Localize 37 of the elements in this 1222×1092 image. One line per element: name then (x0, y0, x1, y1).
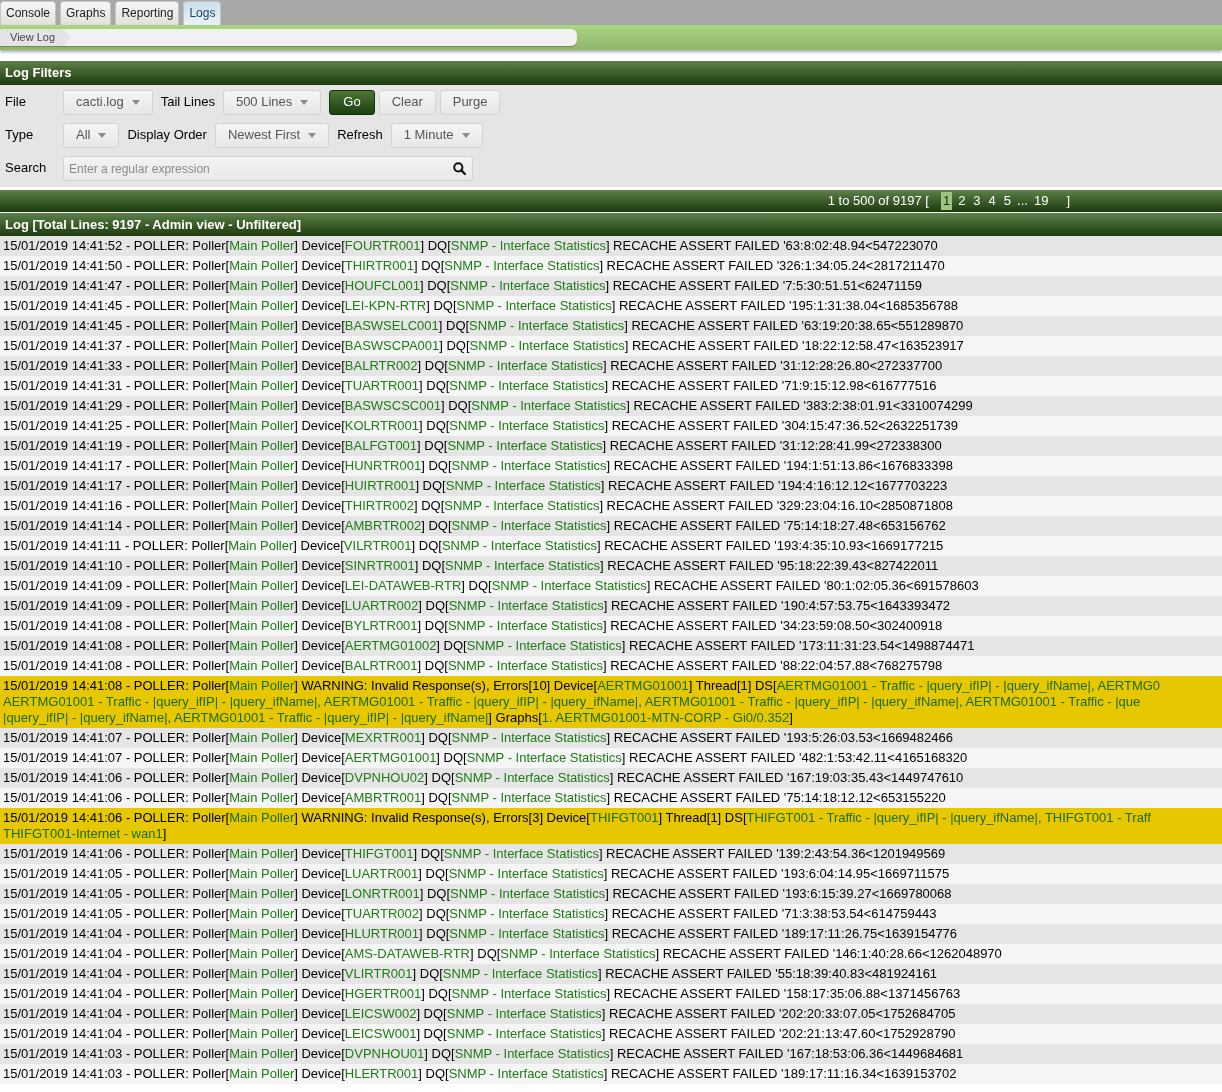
dropdown[interactable]: All (63, 123, 120, 148)
page-link[interactable]: 5 (1001, 192, 1014, 210)
field-label: Refresh (337, 127, 383, 144)
search-icon (453, 162, 466, 175)
pagination-summary: 1 to 500 of 9197 [ (827, 192, 929, 210)
panel-title: Log Filters (0, 61, 1222, 85)
breadcrumb-link[interactable]: View Log (0, 29, 72, 46)
field-label: Type (5, 127, 35, 144)
log-title: Log [Total Lines: 9197 - Admin view - Unfiltered] (0, 213, 1222, 236)
page-link[interactable]: 3 (971, 192, 983, 210)
dropdown[interactable]: Newest First (214, 123, 330, 148)
field-label: Tail Lines (160, 94, 215, 111)
caret-icon (98, 133, 107, 138)
field-label: File (5, 94, 27, 111)
nav-tab[interactable]: Console (0, 1, 57, 25)
caret-icon (300, 100, 309, 105)
nav-tab[interactable]: Logs (183, 1, 222, 25)
nav-tab[interactable]: Graphs (60, 1, 112, 25)
caret-icon (308, 133, 317, 138)
search-field[interactable]: Enter a regular expression (63, 156, 473, 181)
page-link[interactable]: 1 (940, 192, 953, 210)
dropdown[interactable]: 500 Lines (222, 90, 322, 115)
caret-icon (461, 133, 470, 138)
caret-icon (131, 100, 140, 105)
pagination-bracket: ] (1066, 192, 1070, 210)
page-link[interactable]: 4 (986, 192, 998, 210)
field-label: Search (5, 160, 48, 177)
pagination-ellipsis: ... (1017, 192, 1028, 210)
primary-button[interactable]: Go (329, 90, 375, 115)
action-button[interactable]: Purge (439, 90, 501, 115)
page-link[interactable]: 2 (956, 192, 968, 210)
action-button[interactable]: Clear (378, 90, 436, 115)
nav-tab[interactable]: Reporting (115, 1, 180, 25)
field-label: Display Order (127, 127, 207, 144)
page-link[interactable]: 19 (1031, 192, 1051, 210)
dropdown[interactable]: cacti.log (63, 90, 153, 115)
dropdown[interactable]: 1 Minute (390, 123, 483, 148)
